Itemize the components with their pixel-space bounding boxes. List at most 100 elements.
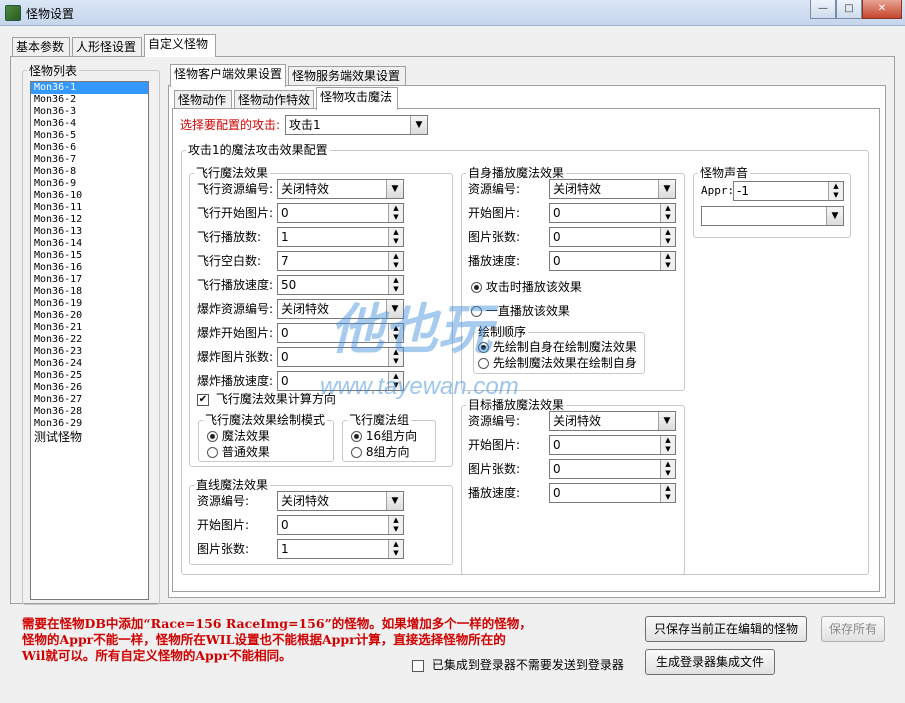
resource-dropdown[interactable]: 关闭特效 ▼: [549, 411, 676, 431]
note-line-1: 需要在怪物DB中添加“Race=156 RaceImg=156”的怪物。如果增加…: [22, 616, 532, 631]
list-item[interactable]: Mon36-12: [31, 214, 148, 226]
radio-magic-effect[interactable]: 魔法效果: [207, 428, 270, 444]
list-item[interactable]: Mon36-29: [31, 418, 148, 430]
spin-arrows-icon[interactable]: ▲ ▼: [388, 540, 403, 558]
close-button[interactable]: ✕: [862, 0, 902, 19]
attack-select[interactable]: 攻击1 ▼: [285, 115, 428, 135]
number-spinner[interactable]: 1 ▲ ▼: [277, 539, 404, 559]
resource-dropdown[interactable]: 关闭特效 ▼: [277, 491, 404, 511]
sound-dropdown[interactable]: ▼: [701, 206, 844, 226]
field-label: 开始图片:: [468, 206, 521, 220]
title-bar: [0, 0, 905, 26]
spin-arrows-icon[interactable]: ▲ ▼: [388, 228, 403, 246]
spin-arrows-icon[interactable]: ▲ ▼: [660, 484, 675, 502]
spin-arrows-icon[interactable]: ▲ ▼: [828, 182, 843, 200]
chevron-down-icon[interactable]: ▼: [826, 207, 843, 225]
list-item[interactable]: 测试怪物: [31, 430, 148, 444]
list-item[interactable]: Mon36-8: [31, 166, 148, 178]
spin-arrows-icon[interactable]: ▲ ▼: [660, 436, 675, 454]
number-spinner[interactable]: 0 ▲ ▼: [277, 515, 404, 535]
calc-direction-checkbox[interactable]: ✔ 飞行魔法效果计算方向: [197, 391, 336, 407]
list-item[interactable]: Mon36-9: [31, 178, 148, 190]
chevron-down-icon[interactable]: ▼: [658, 412, 675, 430]
tab-humanoid-monster[interactable]: 人形怪设置: [72, 37, 142, 58]
spin-arrows-icon[interactable]: ▲ ▼: [660, 460, 675, 478]
list-item[interactable]: Mon36-21: [31, 322, 148, 334]
radio-self-first[interactable]: 先绘制自身在绘制魔法效果: [478, 339, 637, 355]
field-value: 关闭特效: [281, 182, 330, 196]
chevron-down-icon[interactable]: ▼: [410, 116, 427, 134]
field-value: 关闭特效: [281, 302, 330, 316]
list-item[interactable]: Mon36-25: [31, 370, 148, 382]
number-spinner[interactable]: 1 ▲ ▼: [277, 227, 404, 247]
spin-arrows-icon[interactable]: ▲ ▼: [660, 228, 675, 246]
list-item[interactable]: Mon36-11: [31, 202, 148, 214]
radio-8-directions[interactable]: 8组方向: [351, 444, 409, 460]
list-item[interactable]: Mon36-14: [31, 238, 148, 250]
list-item[interactable]: Mon36-5: [31, 130, 148, 142]
field-label: 开始图片:: [468, 438, 521, 452]
number-spinner[interactable]: 0 ▲ ▼: [549, 483, 676, 503]
list-item[interactable]: Mon36-23: [31, 346, 148, 358]
generate-launcher-button[interactable]: 生成登录器集成文件: [645, 649, 775, 675]
list-item[interactable]: Mon36-15: [31, 250, 148, 262]
list-item[interactable]: Mon36-18: [31, 286, 148, 298]
maximize-button[interactable]: □: [836, 0, 862, 19]
list-item[interactable]: Mon36-24: [31, 358, 148, 370]
tab-monster-attack-magic[interactable]: 怪物攻击魔法: [316, 87, 398, 110]
resource-dropdown[interactable]: 关闭特效 ▼: [277, 179, 404, 199]
number-spinner[interactable]: 0 ▲ ▼: [549, 227, 676, 247]
list-item[interactable]: Mon36-2: [31, 94, 148, 106]
monster-listbox[interactable]: Mon36-1 Mon36-2 Mon36-3 Mon36-4 Mon36-5 Mon36…: [30, 81, 149, 600]
tab-client-effect[interactable]: 怪物客户端效果设置: [170, 64, 286, 87]
list-item[interactable]: Mon36-1: [31, 82, 148, 94]
resource-dropdown[interactable]: 关闭特效 ▼: [549, 179, 676, 199]
save-current-button[interactable]: 只保存当前正在编辑的怪物: [645, 616, 807, 642]
window-title: 怪物设置: [26, 7, 75, 21]
list-item[interactable]: Mon36-17: [31, 274, 148, 286]
list-item[interactable]: Mon36-22: [31, 334, 148, 346]
minimize-button[interactable]: —: [810, 0, 836, 19]
radio-normal-effect[interactable]: 普通效果: [207, 444, 270, 460]
number-spinner[interactable]: 0 ▲ ▼: [549, 203, 676, 223]
spin-arrows-icon[interactable]: ▲ ▼: [660, 252, 675, 270]
tab-server-effect[interactable]: 怪物服务端效果设置: [288, 66, 406, 87]
spin-arrows-icon[interactable]: ▲ ▼: [388, 204, 403, 222]
list-item[interactable]: Mon36-28: [31, 406, 148, 418]
list-item[interactable]: Mon36-4: [31, 118, 148, 130]
appr-spinner[interactable]: -1 ▲ ▼: [733, 181, 844, 201]
list-item[interactable]: Mon36-19: [31, 298, 148, 310]
list-item[interactable]: Mon36-10: [31, 190, 148, 202]
field-label: 资源编号:: [468, 182, 521, 196]
tab-basic-params[interactable]: 基本参数: [12, 37, 70, 58]
attack-select-label: 选择要配置的攻击:: [180, 118, 281, 132]
field-label: 图片张数:: [468, 462, 521, 476]
chevron-down-icon[interactable]: ▼: [386, 492, 403, 510]
save-all-button[interactable]: 保存所有: [821, 616, 885, 642]
number-spinner[interactable]: 0 ▲ ▼: [549, 459, 676, 479]
field-label: 资源编号:: [468, 414, 521, 428]
field-value: 0: [281, 206, 289, 220]
list-item[interactable]: Mon36-3: [31, 106, 148, 118]
number-spinner[interactable]: 0 ▲ ▼: [277, 203, 404, 223]
list-item[interactable]: Mon36-27: [31, 394, 148, 406]
list-item[interactable]: Mon36-26: [31, 382, 148, 394]
list-item[interactable]: Mon36-16: [31, 262, 148, 274]
list-item[interactable]: Mon36-6: [31, 142, 148, 154]
spin-arrows-icon[interactable]: ▲ ▼: [388, 252, 403, 270]
integrated-checkbox[interactable]: 已集成到登录器不需要发送到登录器: [412, 657, 624, 673]
spin-arrows-icon[interactable]: ▲ ▼: [660, 204, 675, 222]
number-spinner[interactable]: 7 ▲ ▼: [277, 251, 404, 271]
radio-magic-first[interactable]: 先绘制魔法效果在绘制自身: [478, 355, 637, 371]
monster-sound-title: 怪物声音: [698, 166, 751, 180]
number-spinner[interactable]: 0 ▲ ▼: [549, 435, 676, 455]
number-spinner[interactable]: 0 ▲ ▼: [549, 251, 676, 271]
radio-16-directions[interactable]: 16组方向: [351, 428, 417, 444]
chevron-down-icon[interactable]: ▼: [386, 180, 403, 198]
chevron-down-icon[interactable]: ▼: [658, 180, 675, 198]
list-item[interactable]: Mon36-7: [31, 154, 148, 166]
list-item[interactable]: Mon36-20: [31, 310, 148, 322]
tab-custom-monster[interactable]: 自定义怪物: [144, 34, 216, 57]
list-item[interactable]: Mon36-13: [31, 226, 148, 238]
spin-arrows-icon[interactable]: ▲ ▼: [388, 516, 403, 534]
